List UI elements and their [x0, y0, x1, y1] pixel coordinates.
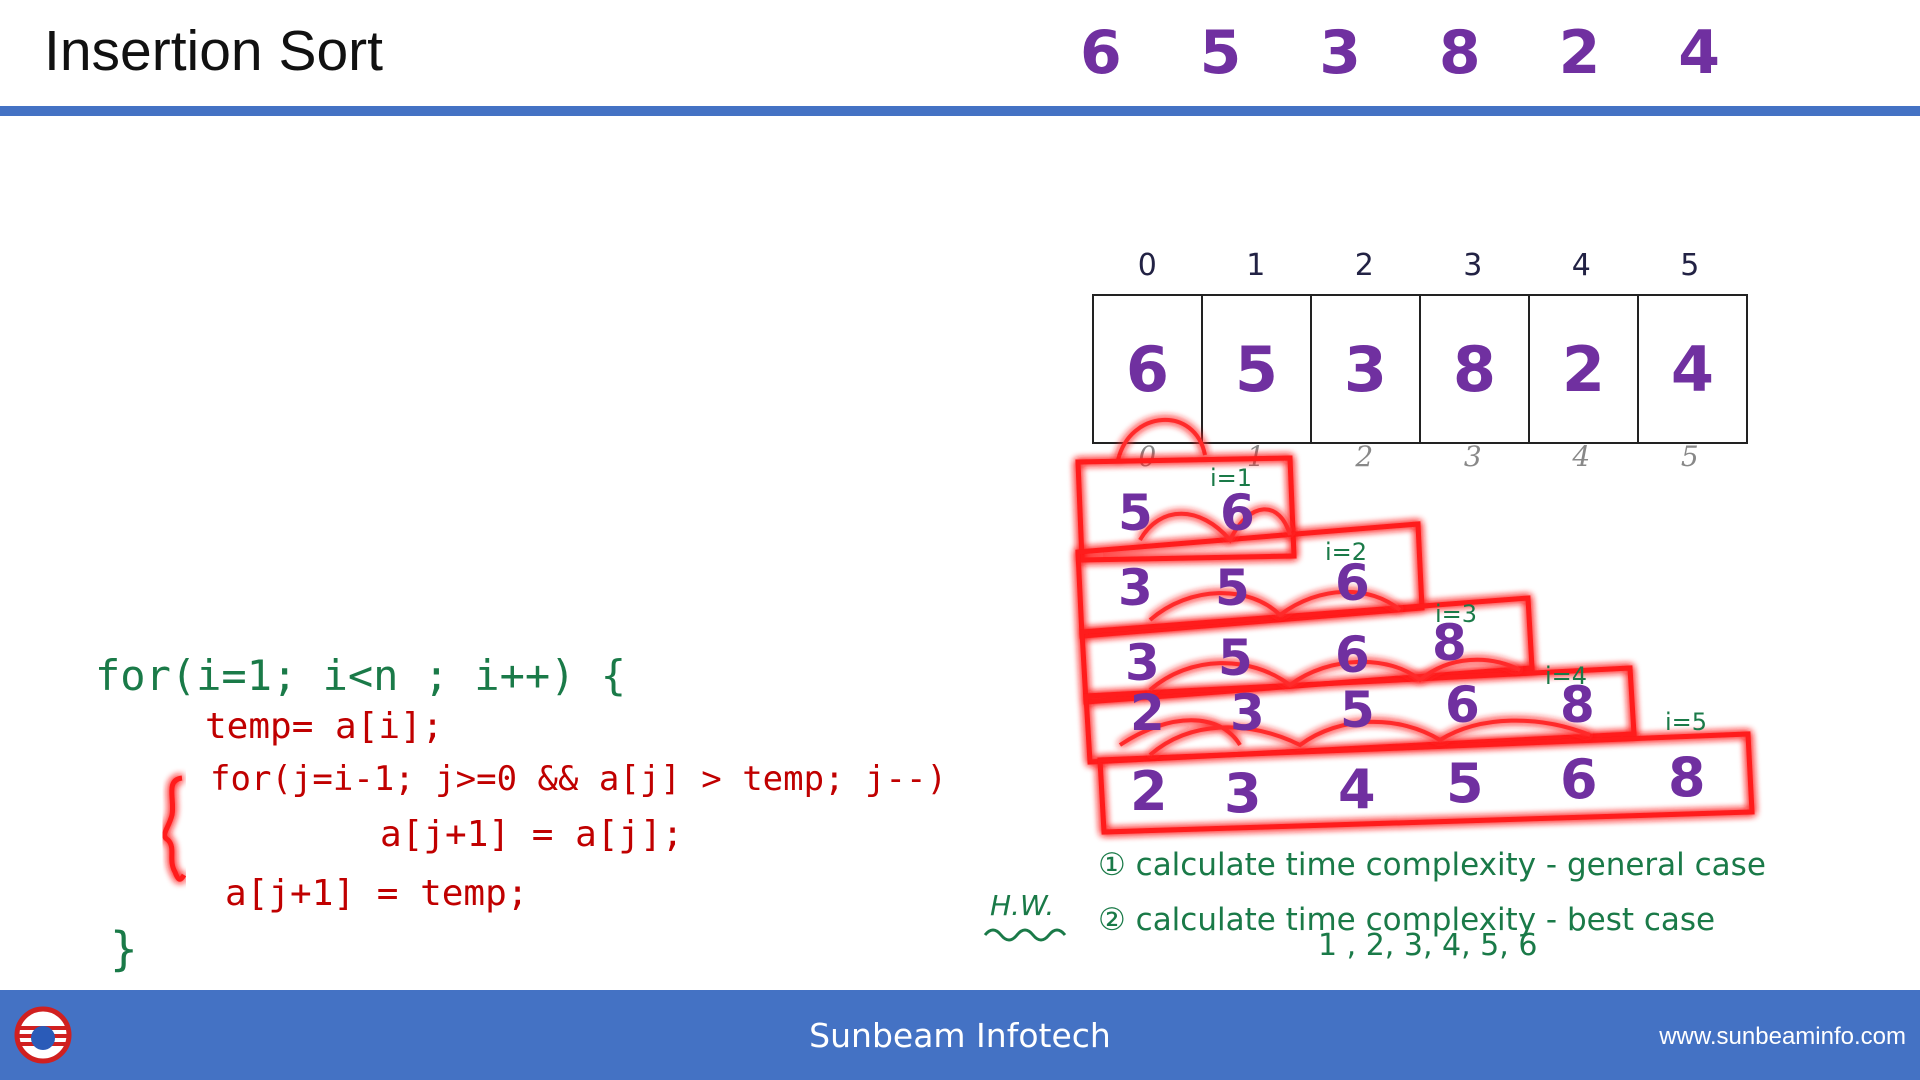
pass-value: 3 — [1224, 762, 1262, 825]
insert-arrow — [1116, 417, 1207, 461]
code-line: for(j=i-1; j>=0 && a[j] > temp; j--) — [210, 759, 947, 799]
code-line: temp= a[i]; — [205, 706, 443, 747]
pass-label: i=2 — [1325, 538, 1367, 566]
pass-label: i=1 — [1210, 464, 1252, 492]
pass-value: 6 — [1560, 748, 1598, 811]
pass-value: 6 — [1445, 676, 1480, 734]
pass-value: 5 — [1118, 484, 1153, 542]
pass-label: i=3 — [1435, 600, 1477, 628]
code-line: a[j+1] = a[j]; — [380, 814, 683, 855]
pass-value: 5 — [1446, 752, 1484, 815]
homework-example: 1 , 2, 3, 4, 5, 6 — [1318, 928, 1537, 963]
pass-value: 5 — [1340, 681, 1375, 739]
pass-value: 2 — [1130, 684, 1165, 742]
footer-company-name: Sunbeam Infotech — [809, 1016, 1111, 1055]
pass-value: 2 — [1130, 760, 1168, 823]
footer-url-link[interactable]: www.sunbeaminfo.com — [1659, 1023, 1906, 1051]
loop-brace — [162, 775, 187, 882]
code-line: for(i=1; i<n ; i++) { — [95, 651, 626, 700]
underline-squiggle — [983, 928, 1067, 942]
pass-value: 3 — [1230, 684, 1265, 742]
pass-value: 5 — [1215, 559, 1250, 617]
pass-value: 4 — [1338, 758, 1376, 821]
pass-label: i=5 — [1665, 708, 1707, 736]
pass-label: i=4 — [1545, 662, 1587, 690]
code-line: a[j+1] = temp; — [225, 873, 528, 914]
footer-bar: Sunbeam Infotech www.sunbeaminfo.com — [0, 990, 1920, 1080]
homework-item: ① calculate time complexity - general ca… — [1098, 847, 1766, 883]
pass-value: 5 — [1218, 629, 1253, 687]
code-line: } — [110, 922, 138, 976]
homework-label: H.W. — [990, 889, 1054, 922]
pass-box-5 — [1097, 731, 1755, 835]
pass-value: 8 — [1668, 746, 1706, 809]
pass-value: 6 — [1335, 626, 1370, 684]
handwriting-canvas: 5 6 3 5 6 3 5 6 8 2 3 5 6 8 2 3 4 5 6 8 … — [95, 417, 1766, 976]
homework-notes: H.W. ① calculate time complexity - gener… — [990, 847, 1766, 963]
pass-value: 3 — [1118, 559, 1153, 617]
code-block: for(i=1; i<n ; i++) { temp= a[i]; for(j=… — [95, 651, 947, 976]
pass-value: 6 — [1220, 484, 1255, 542]
